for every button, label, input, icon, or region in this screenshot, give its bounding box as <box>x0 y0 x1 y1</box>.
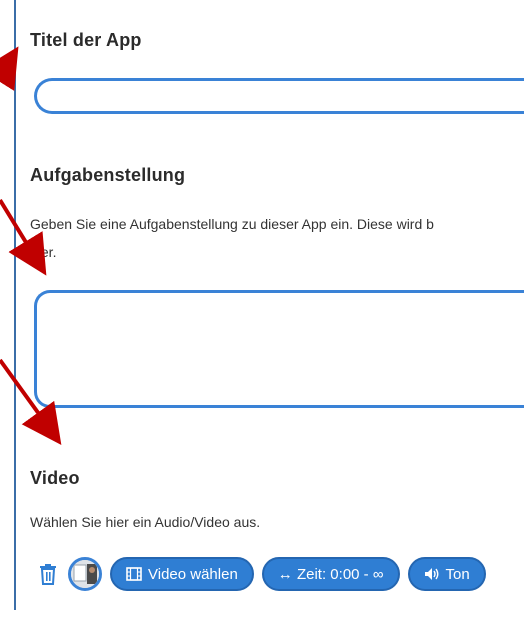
arrow-to-task-description <box>0 198 47 276</box>
annotation-arrows <box>0 46 62 445</box>
arrow-to-video <box>0 358 62 445</box>
arrow-to-title <box>0 46 19 91</box>
app-editor-screen: Titel der App Aufgabenstellung Geben Sie… <box>0 0 524 617</box>
